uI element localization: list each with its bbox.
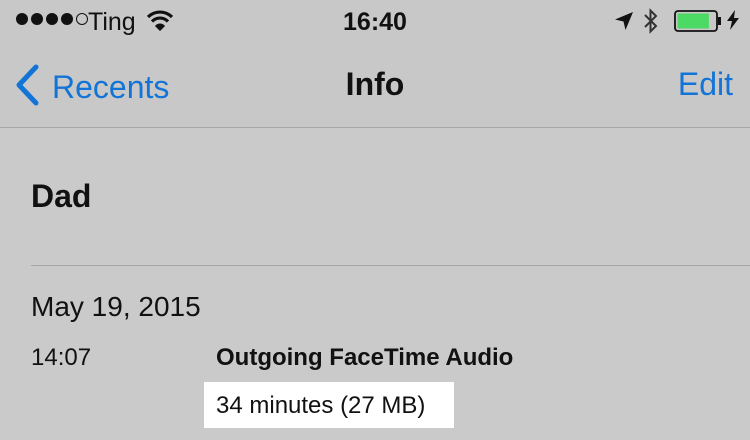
charging-bolt-icon — [727, 10, 739, 35]
call-type: Outgoing FaceTime Audio — [216, 344, 514, 371]
edit-button[interactable]: Edit — [678, 66, 733, 103]
bluetooth-icon — [642, 8, 660, 39]
status-bar: Ting 16:40 — [0, 0, 750, 40]
battery-icon — [674, 10, 722, 37]
location-arrow-icon — [614, 11, 634, 36]
status-time: 16:40 — [343, 8, 407, 36]
page-title: Info — [345, 66, 405, 102]
call-date: May 19, 2015 — [31, 291, 201, 322]
call-time: 14:07 — [31, 344, 92, 371]
call-duration: 34 minutes (27 MB) — [216, 392, 426, 419]
call-duration-highlight: 34 minutes (27 MB) — [204, 382, 454, 428]
contact-name: Dad — [31, 178, 92, 214]
divider — [31, 265, 750, 266]
